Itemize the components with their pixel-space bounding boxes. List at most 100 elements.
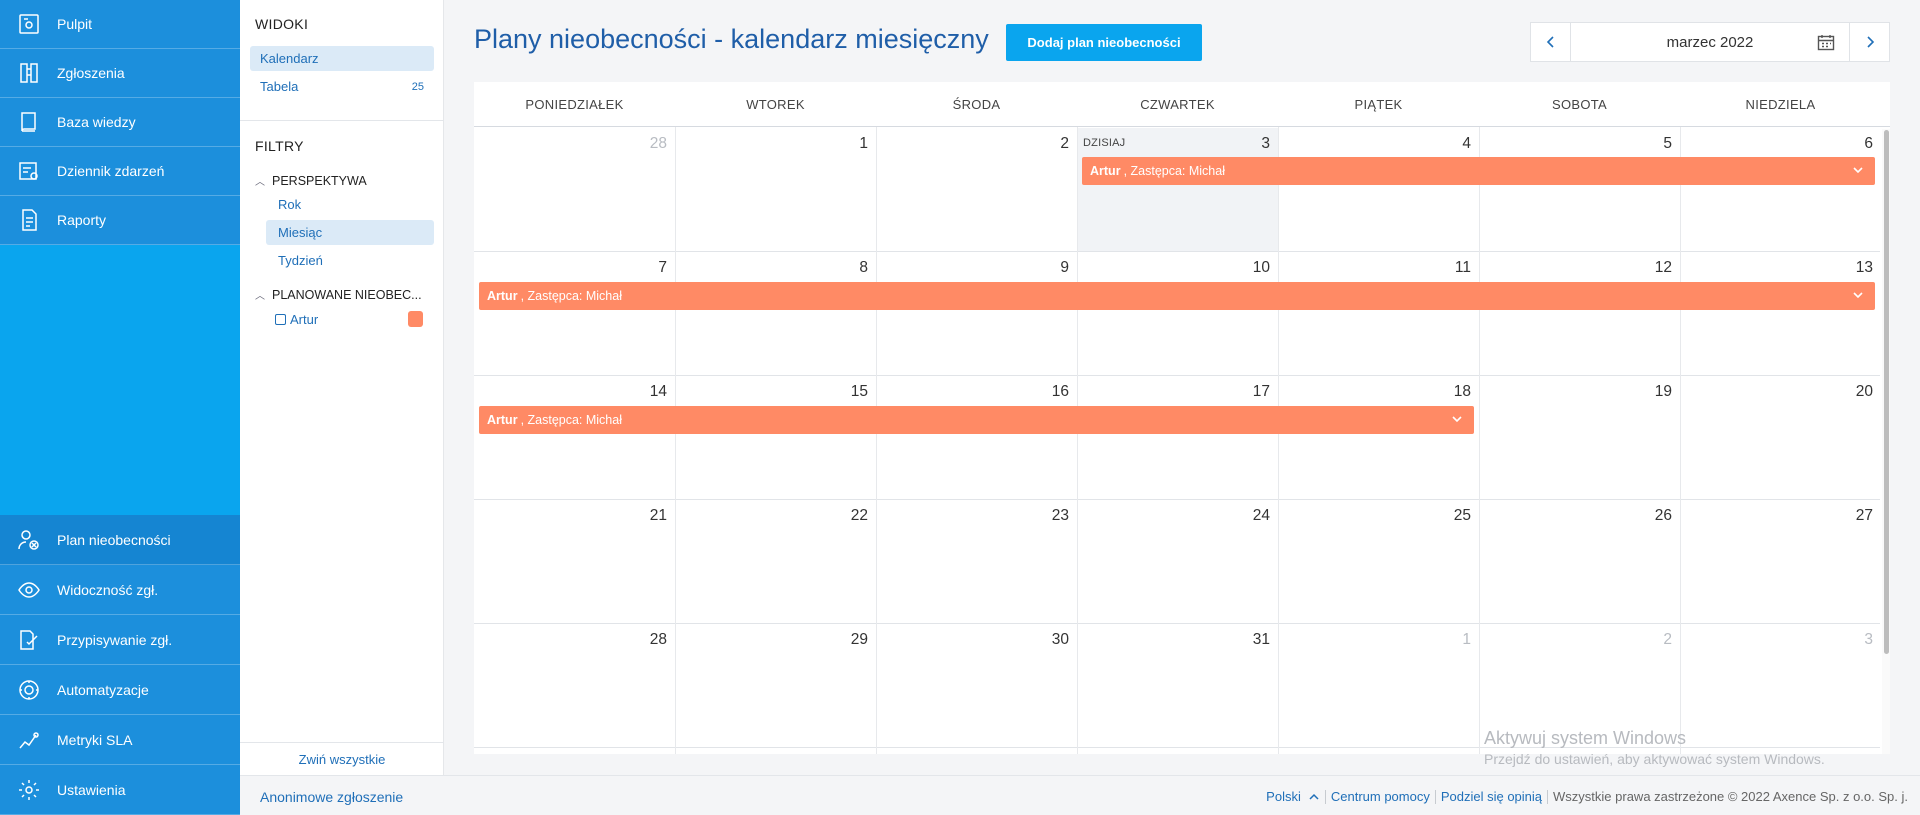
- add-absence-plan-button[interactable]: Dodaj plan nieobecności: [1006, 24, 1202, 61]
- sidebar-item-raporty[interactable]: Raporty: [0, 196, 240, 245]
- sidebar-item-ustawienia[interactable]: Ustawienia: [0, 765, 240, 815]
- sidebar-item-zgloszenia[interactable]: Zgłoszenia: [0, 49, 240, 98]
- day-number[interactable]: 14: [627, 383, 667, 401]
- day-number[interactable]: 25: [1431, 507, 1471, 525]
- absence-event[interactable]: Artur , Zastępca: Michał: [479, 282, 1875, 310]
- calendar-scrollbar[interactable]: [1884, 130, 1889, 654]
- week-row-divider: [474, 623, 1880, 624]
- footer-divider: [1547, 789, 1549, 804]
- absence-event[interactable]: Artur , Zastępca: Michał: [1082, 157, 1875, 185]
- day-number[interactable]: 13: [1833, 259, 1873, 277]
- day-number[interactable]: 31: [1230, 631, 1270, 649]
- footer-divider: [1434, 789, 1436, 804]
- tickets-icon: [0, 61, 57, 85]
- sidebar-item-widocznosc[interactable]: Widoczność zgł.: [0, 565, 240, 615]
- weekday-saturday: SOBOTA: [1551, 97, 1607, 112]
- previous-month-button[interactable]: [1531, 23, 1571, 61]
- day-number[interactable]: 20: [1833, 383, 1873, 401]
- sidebar-item-automatyzacje[interactable]: Automatyzacje: [0, 665, 240, 715]
- day-number[interactable]: 15: [828, 383, 868, 401]
- language-selector[interactable]: Polski: [1266, 789, 1320, 804]
- reports-icon: [0, 208, 57, 232]
- day-number[interactable]: 28: [627, 135, 667, 153]
- next-month-button[interactable]: [1849, 23, 1889, 61]
- day-number[interactable]: 17: [1230, 383, 1270, 401]
- collapse-all-button[interactable]: Zwiń wszystkie: [240, 742, 444, 775]
- day-number[interactable]: 18: [1431, 383, 1471, 401]
- sidebar-item-przypisywanie[interactable]: Przypisywanie zgł.: [0, 615, 240, 665]
- day-column-divider: [1479, 127, 1480, 754]
- chevron-down-icon[interactable]: [1851, 163, 1865, 177]
- sidebar-item-label: Metryki SLA: [57, 731, 133, 748]
- day-number[interactable]: 5: [1632, 135, 1672, 153]
- windows-activation-text: Przejdź do ustawień, aby aktywować syste…: [1484, 751, 1825, 767]
- page-title: Plany nieobecności - kalendarz miesięczn…: [474, 24, 989, 54]
- day-column-divider: [876, 127, 877, 754]
- sidebar-item-metryki-sla[interactable]: Metryki SLA: [0, 715, 240, 765]
- chevron-down-icon[interactable]: [1450, 412, 1464, 426]
- perspective-group-toggle[interactable]: ︿ PERSPEKTYWA: [255, 173, 367, 189]
- day-number[interactable]: 2: [1029, 135, 1069, 153]
- absence-event[interactable]: Artur , Zastępca: Michał: [479, 406, 1474, 434]
- day-number[interactable]: 23: [1029, 507, 1069, 525]
- day-number[interactable]: 16: [1029, 383, 1069, 401]
- month-display[interactable]: marzec 2022: [1571, 23, 1849, 61]
- person-filter-artur[interactable]: Artur: [275, 312, 318, 327]
- view-calendar[interactable]: Kalendarz: [250, 46, 434, 71]
- day-number[interactable]: 3: [1230, 135, 1270, 153]
- day-number[interactable]: 3: [1833, 631, 1873, 649]
- chevron-up-icon: ︿: [255, 177, 265, 188]
- event-details: , Zastępca: Michał: [1123, 164, 1225, 178]
- feedback-link[interactable]: Podziel się opinią: [1441, 789, 1542, 804]
- day-column-divider: [1278, 127, 1279, 754]
- day-number[interactable]: 29: [828, 631, 868, 649]
- option-label: Tydzień: [278, 253, 323, 268]
- day-number[interactable]: 19: [1632, 383, 1672, 401]
- help-center-link[interactable]: Centrum pomocy: [1331, 789, 1430, 804]
- day-number[interactable]: 9: [1029, 259, 1069, 277]
- month-label: marzec 2022: [1666, 33, 1754, 51]
- day-number[interactable]: 26: [1632, 507, 1672, 525]
- weekday-tuesday: WTOREK: [746, 97, 805, 112]
- day-number[interactable]: 2: [1632, 631, 1672, 649]
- planned-heading: PLANOWANE NIEOBEC...: [272, 287, 422, 302]
- day-number[interactable]: 1: [828, 135, 868, 153]
- calendar-icon[interactable]: [1817, 34, 1835, 51]
- day-number[interactable]: 1: [1431, 631, 1471, 649]
- sidebar-item-label: Ustawienia: [57, 781, 126, 798]
- sidebar-item-plan-nieobecnosci[interactable]: Plan nieobecności: [0, 515, 240, 565]
- view-table[interactable]: Tabela 25: [250, 74, 434, 99]
- sidebar-item-dziennik-zdarzen[interactable]: Dziennik zdarzeń: [0, 147, 240, 196]
- day-number[interactable]: 8: [828, 259, 868, 277]
- weekday-wednesday: ŚRODA: [952, 97, 1001, 112]
- day-number[interactable]: 7: [627, 259, 667, 277]
- day-number[interactable]: 11: [1431, 259, 1471, 277]
- sidebar-item-baza-wiedzy[interactable]: Baza wiedzy: [0, 98, 240, 147]
- day-number[interactable]: 10: [1230, 259, 1270, 277]
- footer-divider: [1324, 789, 1326, 804]
- checkbox[interactable]: [275, 314, 286, 325]
- day-number[interactable]: 12: [1632, 259, 1672, 277]
- windows-activation-title: Aktywuj system Windows: [1484, 728, 1687, 748]
- day-number[interactable]: 21: [627, 507, 667, 525]
- views-heading: WIDOKI: [255, 16, 309, 32]
- sidebar: Pulpit Zgłoszenia Baza wiedzy Dziennik z…: [0, 0, 240, 815]
- chevron-down-icon[interactable]: [1851, 288, 1865, 302]
- perspective-option-year[interactable]: Rok: [266, 192, 434, 217]
- day-number[interactable]: 6: [1833, 135, 1873, 153]
- day-number[interactable]: 24: [1230, 507, 1270, 525]
- planned-absences-group-toggle[interactable]: ︿ PLANOWANE NIEOBEC...: [255, 287, 422, 303]
- day-number[interactable]: 22: [828, 507, 868, 525]
- day-number[interactable]: 30: [1029, 631, 1069, 649]
- perspective-option-month[interactable]: Miesiąc: [266, 220, 434, 245]
- anonymous-report-link[interactable]: Anonimowe zgłoszenie: [260, 789, 403, 805]
- week-row-divider: [474, 375, 1880, 376]
- chevron-right-icon: [1866, 36, 1874, 48]
- perspective-option-week[interactable]: Tydzień: [266, 248, 434, 273]
- day-number[interactable]: 27: [1833, 507, 1873, 525]
- day-number[interactable]: 28: [627, 631, 667, 649]
- weekday-sunday: NIEDZIELA: [1745, 97, 1816, 112]
- sidebar-item-pulpit[interactable]: Pulpit: [0, 0, 240, 49]
- event-person: Artur: [487, 289, 518, 303]
- day-number[interactable]: 4: [1431, 135, 1471, 153]
